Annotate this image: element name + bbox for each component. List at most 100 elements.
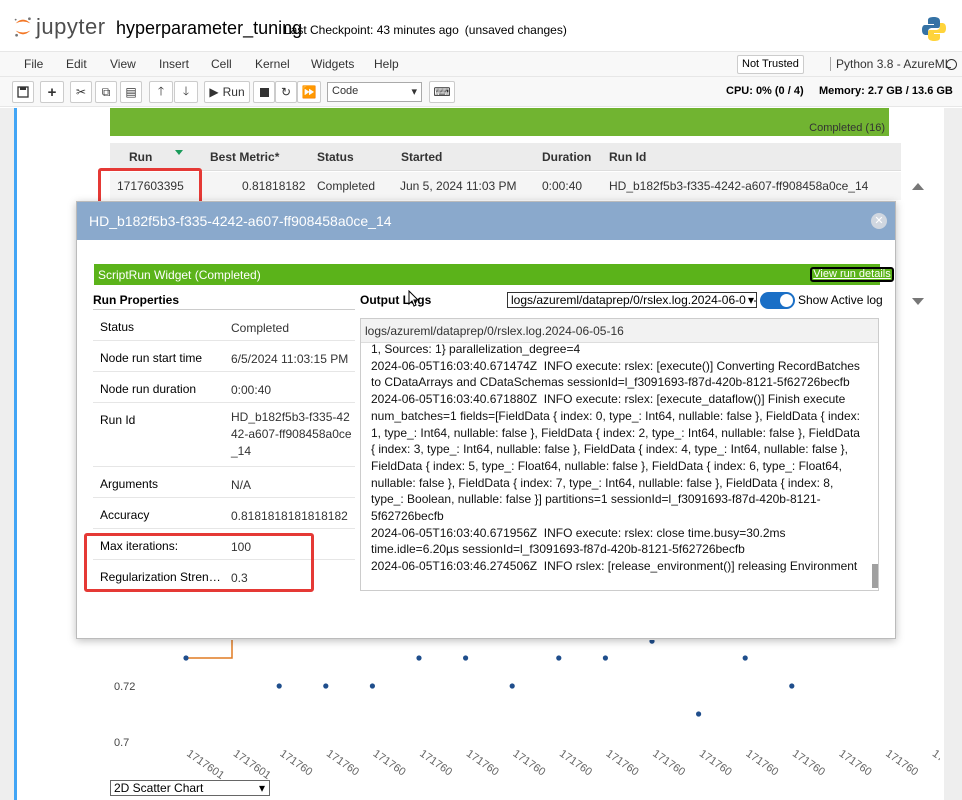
python-logo-icon: [922, 17, 946, 41]
x-tick-label: 171760: [464, 748, 501, 779]
scatter-point[interactable]: [183, 655, 189, 661]
save-icon: [17, 86, 29, 98]
scatter-point[interactable]: [696, 711, 702, 717]
checkpoint-status: Last Checkpoint: 43 minutes ago (unsaved …: [284, 23, 567, 37]
not-trusted-button[interactable]: Not Trusted: [737, 55, 804, 74]
col-best-metric[interactable]: Best Metric*: [210, 150, 279, 164]
property-key: Status: [100, 320, 135, 334]
scatter-point[interactable]: [369, 683, 375, 689]
scatter-point[interactable]: [323, 683, 329, 689]
cut-button[interactable]: ✂: [70, 81, 92, 103]
scroll-up-icon[interactable]: [912, 183, 924, 190]
menu-cell[interactable]: Cell: [211, 57, 232, 71]
x-tick-label: 171760: [790, 748, 827, 779]
x-tick-label: 171760: [650, 748, 687, 779]
logo-text: jupyter: [36, 14, 106, 39]
close-icon[interactable]: ✕: [871, 213, 887, 229]
kernel-status-icon: [946, 59, 957, 70]
scatter-chart: 0.72 0.7 1717601 1717601 171760 171760 171760 1…: [110, 640, 940, 780]
command-palette-button[interactable]: ⌨: [429, 81, 455, 103]
sort-desc-icon: [175, 150, 183, 155]
scatter-point[interactable]: [742, 655, 748, 661]
run-button[interactable]: ▶ Run: [204, 81, 250, 103]
move-up-button[interactable]: 🡑: [149, 81, 173, 103]
menubar: File Edit View Insert Cell Kernel Widget…: [0, 51, 962, 77]
stop-icon: [259, 87, 269, 97]
col-started[interactable]: Started: [401, 150, 442, 164]
property-value: 0.8181818181818182: [231, 509, 348, 523]
view-run-details-button[interactable]: View run details: [810, 267, 894, 282]
log-scrollbar[interactable]: [872, 564, 878, 588]
scissors-icon: ✂: [75, 85, 87, 99]
col-run-id[interactable]: Run Id: [609, 150, 646, 164]
log-viewer[interactable]: logs/azureml/dataprep/0/rslex.log.2024-0…: [360, 318, 879, 591]
col-status[interactable]: Status: [317, 150, 354, 164]
kernel-name[interactable]: Python 3.8 - AzureML: [830, 57, 951, 71]
col-run[interactable]: Run: [129, 150, 152, 164]
paste-icon: ▤: [125, 85, 137, 99]
save-button[interactable]: [12, 81, 34, 103]
property-key: Accuracy: [100, 508, 150, 522]
property-row: Run Id HD_b182f5b3-f335-4242-a607-ff9084…: [93, 403, 355, 467]
x-tick-label: 171760: [417, 748, 454, 779]
restart-run-all-button[interactable]: ⏩: [297, 81, 321, 103]
menu-kernel[interactable]: Kernel: [255, 57, 290, 71]
property-key: Node run start time: [100, 351, 203, 365]
scatter-point[interactable]: [276, 683, 282, 689]
scatter-point[interactable]: [556, 655, 562, 661]
table-row[interactable]: 1717603395 0.81818182 Completed Jun 5, 2…: [110, 172, 901, 200]
scatter-point[interactable]: [649, 640, 655, 644]
jupyter-logo[interactable]: jupyter: [12, 14, 106, 40]
checkpoint-text: Last Checkpoint: 43 minutes ago: [284, 23, 459, 37]
cell-started: Jun 5, 2024 11:03 PM: [400, 179, 517, 193]
modal-titlebar: HD_b182f5b3-f335-4242-a607-ff908458a0ce_…: [77, 202, 895, 240]
log-file-select[interactable]: logs/azureml/dataprep/0/rslex.log.2024-0…: [507, 292, 757, 308]
chart-type-select[interactable]: 2D Scatter Chart: [110, 780, 270, 796]
cell-type-select[interactable]: Code: [327, 82, 422, 102]
plus-icon: +: [47, 83, 57, 101]
cell-run-id: HD_b182f5b3-f335-4242-a607-ff908458a0ce_…: [609, 179, 869, 193]
x-tick-label: 171760: [371, 748, 408, 779]
scroll-down-icon[interactable]: [912, 298, 924, 305]
jupyter-logo-icon: [14, 17, 31, 37]
property-row: Arguments N/A: [93, 467, 355, 498]
fast-forward-icon: ⏩: [301, 85, 317, 99]
scatter-point[interactable]: [789, 683, 795, 689]
memory-usage: Memory: 2.7 GB / 13.6 GB: [819, 85, 953, 97]
paste-button[interactable]: ▤: [120, 81, 142, 103]
menu-help[interactable]: Help: [374, 57, 399, 71]
scatter-point[interactable]: [509, 683, 515, 689]
output-logs-title: Output Logs: [360, 293, 432, 307]
restart-button[interactable]: ↻: [275, 81, 297, 103]
copy-button[interactable]: ⧉: [95, 81, 117, 103]
run-progress-bar: Completed (16): [110, 108, 889, 136]
menu-file[interactable]: File: [24, 57, 43, 71]
menu-edit[interactable]: Edit: [66, 57, 87, 71]
scatter-point[interactable]: [416, 655, 422, 661]
property-row: Node run start time 6/5/2024 11:03:15 PM: [93, 341, 355, 372]
y-tick-label: 0.72: [114, 681, 135, 693]
insert-cell-button[interactable]: +: [40, 81, 64, 103]
notebook-header: jupyter hyperparameter_tuning Last Check…: [0, 0, 962, 51]
cell-best-metric: 0.81818182: [242, 179, 306, 193]
property-row: Accuracy 0.8181818181818182: [93, 498, 355, 529]
x-tick-label: 171760: [277, 748, 314, 779]
property-value: HD_b182f5b3-f335-4242-a607-ff908458a0ce_…: [231, 410, 352, 458]
copy-icon: ⧉: [101, 84, 111, 99]
move-down-button[interactable]: 🡓: [174, 81, 198, 103]
property-key: Arguments: [100, 477, 159, 491]
property-row: Node run duration 0:00:40: [93, 372, 355, 403]
interrupt-button[interactable]: [253, 81, 275, 103]
show-active-log-label: Show Active log: [798, 293, 883, 307]
menu-view[interactable]: View: [110, 57, 136, 71]
menu-insert[interactable]: Insert: [159, 57, 189, 71]
notebook-title[interactable]: hyperparameter_tuning: [116, 18, 302, 39]
x-tick-label: 171760: [324, 748, 361, 779]
menu-widgets[interactable]: Widgets: [311, 57, 354, 71]
show-active-log-toggle[interactable]: [760, 292, 795, 309]
cpu-usage: CPU: 0% (0 / 4): [726, 85, 804, 97]
scatter-point[interactable]: [602, 655, 608, 661]
scatter-point[interactable]: [463, 655, 469, 661]
col-duration[interactable]: Duration: [542, 150, 591, 164]
run-label: Run: [222, 85, 245, 99]
